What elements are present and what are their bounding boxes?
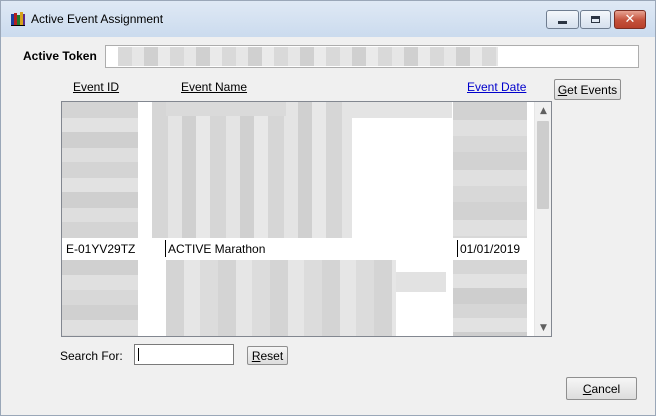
window-title: Active Event Assignment — [31, 12, 164, 26]
reset-accel: R — [251, 348, 261, 363]
active-token-label: Active Token — [23, 49, 97, 63]
column-header-event-name[interactable]: Event Name — [181, 80, 247, 94]
get-events-accel: G — [557, 82, 568, 97]
minimize-button[interactable] — [546, 10, 579, 29]
cancel-button[interactable]: Cancel — [566, 377, 637, 400]
redacted-cells — [62, 260, 138, 336]
table-row[interactable]: E-01YV29TZ ACTIVE Marathon 01/01/2019 — [62, 238, 533, 260]
cell-event-date: 01/01/2019 — [460, 242, 521, 256]
events-table[interactable]: E-01YV29TZ ACTIVE Marathon 01/01/2019 ▲ … — [61, 101, 552, 337]
dialog-window: Active Event Assignment ✕ Active Token E… — [0, 0, 656, 416]
close-icon: ✕ — [624, 12, 636, 27]
minimize-icon — [558, 21, 567, 24]
cancel-accel: C — [582, 381, 592, 396]
redacted-token-value — [118, 47, 498, 66]
redacted-cells — [396, 272, 446, 292]
active-token-field[interactable] — [105, 45, 639, 68]
column-header-event-date[interactable]: Event Date — [467, 80, 526, 94]
scroll-thumb[interactable] — [537, 121, 549, 209]
title-bar[interactable]: Active Event Assignment ✕ — [1, 1, 655, 37]
search-input[interactable] — [134, 344, 234, 365]
redacted-cells — [166, 102, 286, 116]
get-events-button[interactable]: Get Events — [554, 79, 621, 100]
column-separator — [165, 240, 166, 257]
books-icon — [11, 12, 25, 26]
maximize-button[interactable] — [580, 10, 611, 29]
reset-label: eset — [260, 348, 284, 363]
reset-button[interactable]: Reset — [247, 346, 288, 365]
chevron-down-icon[interactable]: ▼ — [535, 319, 551, 336]
cell-event-name: ACTIVE Marathon — [168, 242, 266, 256]
redacted-cells — [453, 260, 527, 336]
vertical-scrollbar[interactable]: ▲ ▼ — [534, 102, 551, 336]
column-header-event-id[interactable]: Event ID — [73, 80, 119, 94]
redacted-cells — [166, 260, 396, 336]
get-events-label: et Events — [567, 82, 618, 97]
column-separator — [457, 240, 458, 257]
redacted-cells — [152, 102, 352, 238]
text-caret — [138, 348, 139, 361]
redacted-cells — [352, 102, 452, 118]
chevron-up-icon[interactable]: ▲ — [535, 102, 551, 119]
maximize-icon — [591, 16, 600, 23]
cancel-label: ancel — [591, 381, 621, 396]
close-button[interactable]: ✕ — [614, 10, 646, 29]
redacted-cells — [453, 102, 527, 238]
redacted-cells — [62, 102, 138, 238]
cell-event-id: E-01YV29TZ — [66, 242, 136, 256]
search-for-label: Search For: — [60, 349, 123, 363]
